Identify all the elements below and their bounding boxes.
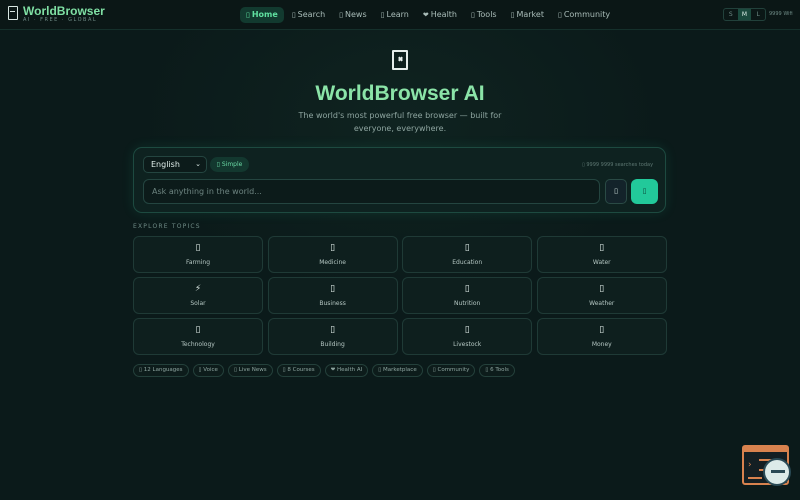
- brand-name[interactable]: WorldBrowser: [23, 4, 105, 18]
- topic-weather[interactable]: ▯ Weather: [536, 277, 667, 314]
- topic-business[interactable]: ▯ Business: [267, 277, 398, 314]
- medicine-icon: ▯: [330, 243, 336, 253]
- market-icon: ▯: [510, 11, 515, 19]
- topic-education[interactable]: ▯ Education: [402, 236, 533, 273]
- nav-label: Search: [297, 10, 326, 19]
- nav-label: Learn: [386, 10, 409, 19]
- topic-technology[interactable]: ▯ Technology: [133, 318, 263, 355]
- nav-item-home[interactable]: ▯ Home: [240, 7, 284, 23]
- lightning-icon: ⚡: [194, 284, 202, 294]
- topic-farming[interactable]: ▯ Farming: [133, 236, 263, 273]
- voice-search-button[interactable]: ▯: [605, 179, 627, 204]
- weather-icon: ▯: [599, 284, 605, 294]
- chip-voice[interactable]: ▯ Voice: [192, 364, 224, 377]
- nav-label: News: [345, 10, 367, 19]
- simple-mode-toggle[interactable]: ▯ Simple: [210, 157, 249, 172]
- farming-icon: ▯: [195, 243, 201, 253]
- tools-icon: ▯: [471, 11, 475, 19]
- building-icon: ▯: [330, 325, 336, 335]
- feature-chips: ▯ 12 Languages ▯ Voice ▯ Live News ▯ 8 C…: [133, 364, 515, 377]
- topic-label: Farming: [185, 259, 211, 266]
- topic-solar[interactable]: ⚡ Solar: [133, 277, 263, 314]
- topic-label: Livestock: [453, 341, 482, 348]
- nav-item-health[interactable]: ❤ Health: [417, 7, 463, 23]
- search-counter: ▯ 9999 9999 searches today: [582, 162, 654, 168]
- chip-health-ai[interactable]: ❤ Health AI: [324, 364, 369, 377]
- business-icon: ▯: [330, 284, 336, 294]
- logo-icon[interactable]: [8, 6, 18, 20]
- search-submit-button[interactable]: ▯: [631, 179, 658, 204]
- nav-label: Health: [430, 10, 458, 19]
- topic-medicine[interactable]: ▯ Medicine: [267, 236, 398, 273]
- topics-grid: ▯ Farming ▯ Medicine ▯ Education ▯ Water ⚡ So…: [133, 236, 667, 355]
- chip-live-news[interactable]: ▯ Live News: [227, 364, 273, 377]
- chip-community[interactable]: ▯ Community: [426, 364, 476, 377]
- language-select[interactable]: English ⌄: [143, 156, 207, 173]
- topic-label: Money: [591, 341, 612, 348]
- brand-tagline: AI · FREE · GLOBAL: [23, 17, 98, 23]
- nav-label: Home: [251, 10, 278, 19]
- education-icon: ▯: [464, 243, 470, 253]
- wifi-status: 9999 Wifi: [769, 11, 793, 17]
- topic-label: Solar: [190, 300, 206, 307]
- nav-item-tools[interactable]: ▯ Tools: [465, 7, 503, 23]
- text-size-small[interactable]: S: [724, 9, 738, 20]
- news-icon: ▯: [339, 11, 344, 19]
- text-size-toggle: S M L: [723, 8, 766, 21]
- nav-label: Tools: [476, 10, 497, 19]
- search-input[interactable]: [143, 179, 600, 204]
- app-root: WorldBrowser AI · FREE · GLOBAL ▯ Home ▯ S…: [0, 0, 800, 500]
- topic-money[interactable]: ▯ Money: [536, 318, 667, 355]
- topic-nutrition[interactable]: ▯ Nutrition: [402, 277, 533, 314]
- nav-item-search[interactable]: ▯ Search: [286, 7, 331, 23]
- hero-subtitle: The world's most powerful free browser —…: [298, 111, 502, 133]
- search-icon: ▯: [291, 11, 296, 19]
- search-card: English ⌄ ▯ Simple ▯ 9999 9999 searches t…: [133, 147, 666, 213]
- text-size-large[interactable]: L: [751, 9, 765, 20]
- magnifier-icon: [763, 458, 791, 486]
- top-header: WorldBrowser AI · FREE · GLOBAL ▯ Home ▯ S…: [0, 0, 800, 30]
- learn-icon: ▯: [380, 11, 385, 19]
- nav-item-learn[interactable]: ▯ Learn: [375, 7, 415, 23]
- topic-label: Water: [592, 259, 611, 266]
- chip-courses[interactable]: ▯ 8 Courses: [276, 364, 321, 377]
- topic-label: Building: [320, 341, 345, 348]
- widget-line: [748, 477, 762, 479]
- nav-label: Market: [516, 10, 544, 19]
- globe-logo-icon: [392, 50, 408, 70]
- topic-label: Nutrition: [454, 300, 481, 307]
- main-nav: ▯ Home ▯ Search ▯ News ▯ Learn ❤ Health ▯ Tool…: [240, 7, 616, 23]
- topics-heading: EXPLORE TOPICS: [133, 223, 201, 230]
- nav-item-community[interactable]: ▯ Community: [552, 7, 616, 23]
- text-size-medium[interactable]: M: [737, 9, 752, 20]
- chip-languages[interactable]: ▯ 12 Languages: [133, 364, 189, 377]
- topic-label: Education: [452, 259, 483, 266]
- heart-icon: ❤: [422, 11, 429, 19]
- topic-label: Technology: [181, 341, 215, 348]
- chip-marketplace[interactable]: ▯ Marketplace: [372, 364, 423, 377]
- assistant-widget-icon[interactable]: ›: [742, 445, 791, 486]
- chevron-down-icon: ⌄: [195, 160, 201, 168]
- water-icon: ▯: [599, 243, 605, 253]
- hero-title: WorldBrowser AI: [315, 82, 485, 105]
- topic-label: Weather: [589, 300, 615, 307]
- topic-water[interactable]: ▯ Water: [536, 236, 667, 273]
- topic-building[interactable]: ▯ Building: [267, 318, 398, 355]
- chip-tools[interactable]: ▯ 6 Tools: [479, 364, 515, 377]
- nav-label: Community: [563, 10, 611, 19]
- language-value: English: [151, 160, 180, 169]
- nutrition-icon: ▯: [464, 284, 470, 294]
- technology-icon: ▯: [195, 325, 201, 335]
- money-icon: ▯: [599, 325, 605, 335]
- topic-label: Medicine: [319, 259, 346, 266]
- topic-label: Business: [319, 300, 346, 307]
- topic-livestock[interactable]: ▯ Livestock: [402, 318, 533, 355]
- widget-titlebar: [744, 447, 787, 452]
- livestock-icon: ▯: [464, 325, 470, 335]
- home-icon: ▯: [246, 11, 250, 19]
- nav-item-market[interactable]: ▯ Market: [505, 7, 550, 23]
- nav-item-news[interactable]: ▯ News: [333, 7, 372, 23]
- community-icon: ▯: [557, 11, 562, 19]
- terminal-prompt-icon: ›: [748, 460, 752, 470]
